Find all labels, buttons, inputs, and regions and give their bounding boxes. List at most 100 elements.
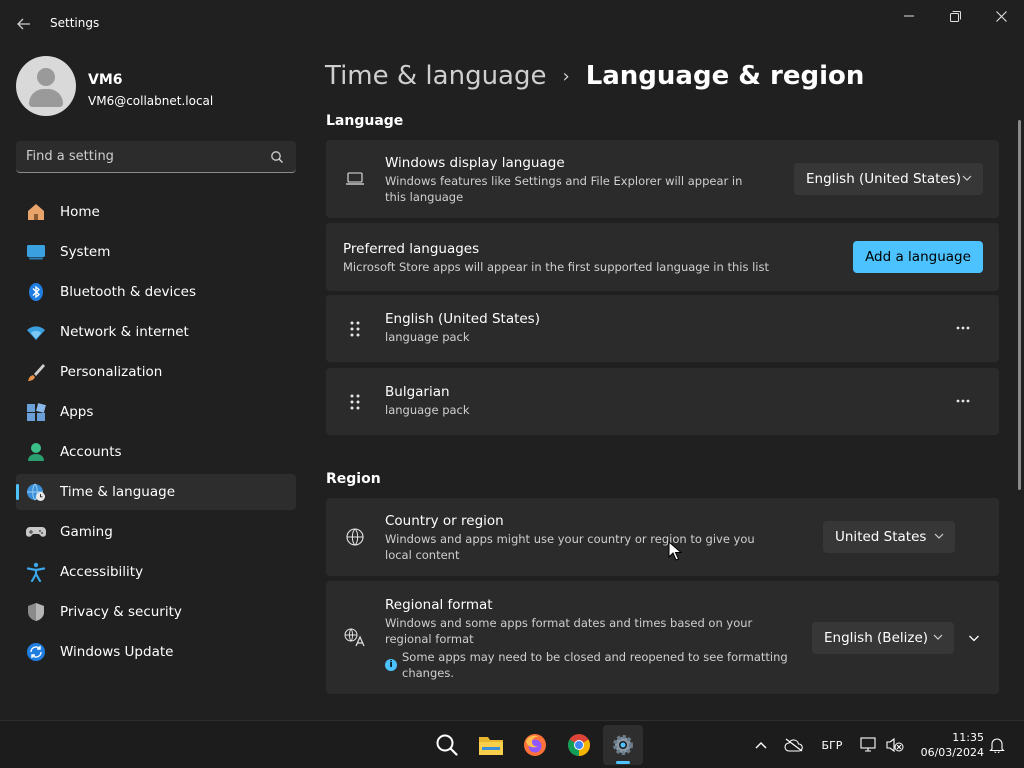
- sidebar-item-accessibility[interactable]: Accessibility: [16, 554, 296, 590]
- globe-icon: [344, 526, 366, 548]
- firefox-icon: [524, 734, 546, 756]
- breadcrumb: Time & language › Language & region: [325, 58, 864, 94]
- file-explorer-icon: [479, 737, 503, 755]
- apps-icon: [26, 402, 46, 422]
- update-icon: [26, 642, 46, 662]
- taskbar-chrome[interactable]: [559, 725, 599, 765]
- country-region-value: United States: [835, 529, 927, 545]
- sidebar-item-privacy[interactable]: Privacy & security: [16, 594, 296, 630]
- shield-icon: [26, 602, 46, 622]
- sidebar-item-label: Network & internet: [60, 324, 189, 340]
- onedrive-tray[interactable]: [782, 733, 806, 757]
- chevron-up-icon: [755, 742, 767, 749]
- expand-button[interactable]: [963, 628, 985, 648]
- more-icon: [956, 326, 970, 330]
- display-language-dropdown[interactable]: English (United States): [794, 163, 983, 195]
- breadcrumb-parent[interactable]: Time & language: [325, 61, 546, 91]
- regional-format-dropdown[interactable]: English (Belize): [812, 622, 954, 654]
- sidebar-item-label: Accessibility: [60, 564, 144, 580]
- show-hidden-icons-button[interactable]: [751, 733, 771, 757]
- laptop-icon: [344, 168, 366, 190]
- sidebar-item-windows-update[interactable]: Windows Update: [16, 634, 296, 670]
- language-detail: language pack: [385, 330, 470, 344]
- user-profile[interactable]: VM6 VM6@collabnet.local: [16, 56, 306, 120]
- country-region-card: Country or region Windows and apps might…: [326, 498, 999, 576]
- volume-tray[interactable]: [884, 733, 906, 757]
- more-options-button[interactable]: [949, 387, 977, 415]
- network-tray[interactable]: [858, 733, 880, 757]
- mouse-cursor-icon: [668, 541, 682, 561]
- add-language-button[interactable]: Add a language: [853, 241, 983, 273]
- sidebar-item-label: Apps: [60, 404, 94, 420]
- chevron-down-icon: [969, 635, 979, 642]
- language-name: Bulgarian: [385, 384, 450, 400]
- more-icon: [956, 399, 970, 403]
- country-region-dropdown[interactable]: United States: [823, 521, 955, 553]
- search-icon: [436, 734, 458, 756]
- avatar: [16, 56, 76, 116]
- language-name: English (United States): [385, 311, 540, 327]
- sidebar-item-time-language[interactable]: Time & language: [16, 474, 296, 510]
- chevron-down-icon: [934, 533, 944, 539]
- sidebar-item-network[interactable]: Network & internet: [16, 314, 296, 350]
- sidebar-item-accounts[interactable]: Accounts: [16, 434, 296, 470]
- volume-muted-icon: [886, 737, 904, 753]
- regional-format-subtitle: Windows and some apps format dates and t…: [385, 616, 753, 646]
- profile-name: VM6: [88, 72, 123, 88]
- title-bar: Settings: [0, 0, 1024, 48]
- taskbar-file-explorer[interactable]: [471, 725, 511, 765]
- sidebar-item-label: Time & language: [60, 484, 176, 500]
- taskbar-firefox[interactable]: [515, 725, 555, 765]
- cloud-off-icon: [784, 738, 803, 752]
- taskbar-search-button[interactable]: [427, 725, 467, 765]
- notifications-button[interactable]: [986, 733, 1008, 757]
- minimize-icon: [904, 15, 914, 17]
- display-language-card: Windows display language Windows feature…: [326, 140, 999, 218]
- search-placeholder: Find a setting: [26, 149, 114, 164]
- taskbar-clock[interactable]: 11:35 06/03/2024: [914, 730, 984, 760]
- wifi-icon: [26, 322, 46, 342]
- regional-format-value: English (Belize): [824, 630, 929, 646]
- chevron-down-icon: [962, 175, 972, 181]
- more-options-button[interactable]: [949, 314, 977, 342]
- close-button[interactable]: [978, 0, 1024, 32]
- display-language-title: Windows display language: [385, 155, 565, 171]
- country-region-title: Country or region: [385, 513, 504, 529]
- preferred-languages-subtitle: Microsoft Store apps will appear in the …: [343, 260, 769, 274]
- taskbar: БГР 11:35 06/03/2024: [0, 720, 1024, 768]
- minimize-button[interactable]: [886, 0, 932, 32]
- sidebar-nav: Home System Bluetooth & devices Network …: [16, 194, 296, 674]
- app-title: Settings: [50, 16, 100, 30]
- sidebar-item-system[interactable]: System: [16, 234, 296, 270]
- sidebar-item-label: System: [60, 244, 111, 260]
- taskbar-settings[interactable]: [603, 725, 643, 765]
- clock-date: 06/03/2024: [920, 746, 984, 759]
- gamepad-icon: [26, 522, 46, 542]
- maximize-button[interactable]: [932, 0, 978, 32]
- sidebar-item-gaming[interactable]: Gaming: [16, 514, 296, 550]
- drag-handle-icon[interactable]: [344, 391, 366, 413]
- sidebar-item-apps[interactable]: Apps: [16, 394, 296, 430]
- drag-handle-icon[interactable]: [344, 318, 366, 340]
- language-item[interactable]: Bulgarian language pack: [326, 368, 999, 435]
- regional-format-info: Some apps may need to be closed and reop…: [402, 650, 788, 680]
- language-item[interactable]: English (United States) language pack: [326, 295, 999, 362]
- input-language-indicator[interactable]: БГР: [816, 733, 848, 757]
- sidebar-item-home[interactable]: Home: [16, 194, 296, 230]
- regional-format-card[interactable]: Regional format Windows and some apps fo…: [326, 581, 999, 694]
- display-language-subtitle: Windows features like Settings and File …: [385, 174, 743, 204]
- back-button[interactable]: [12, 10, 36, 38]
- sidebar-item-personalization[interactable]: Personalization: [16, 354, 296, 390]
- sidebar-item-bluetooth[interactable]: Bluetooth & devices: [16, 274, 296, 310]
- sidebar-item-label: Bluetooth & devices: [60, 284, 197, 300]
- search-input[interactable]: Find a setting: [16, 141, 296, 173]
- settings-icon: [613, 735, 633, 755]
- country-region-subtitle: Windows and apps might use your country …: [385, 532, 755, 562]
- regional-format-title: Regional format: [385, 597, 493, 613]
- home-icon: [26, 202, 46, 222]
- close-icon: [995, 10, 1007, 22]
- sidebar-item-label: Home: [60, 204, 100, 220]
- sidebar-item-label: Personalization: [60, 364, 163, 380]
- scrollbar[interactable]: [1018, 120, 1021, 490]
- language-section-title: Language: [326, 113, 404, 129]
